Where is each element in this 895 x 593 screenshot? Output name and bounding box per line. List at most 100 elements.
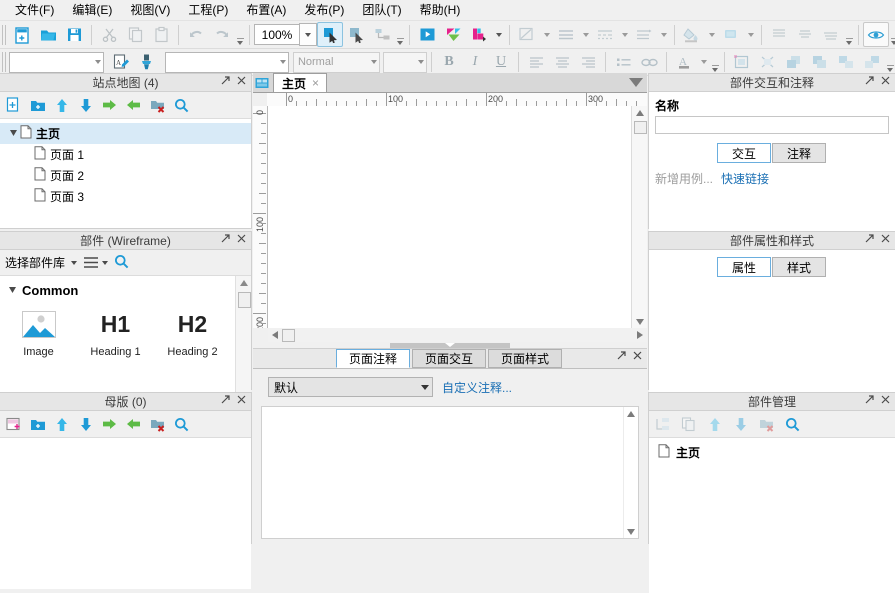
scroll-left-arrow-icon[interactable]: [268, 331, 282, 339]
line-width-button[interactable]: [553, 22, 579, 47]
scroll-thumb[interactable]: [238, 292, 251, 308]
italic-button[interactable]: I: [462, 50, 488, 75]
font-family-select[interactable]: [9, 51, 105, 73]
move-up-icon[interactable]: [53, 416, 70, 433]
text-extra-select[interactable]: [383, 51, 427, 73]
widget-library-select[interactable]: 选择部件库: [5, 254, 65, 271]
float-icon[interactable]: [220, 75, 231, 86]
toolbar-overflow-3[interactable]: [844, 23, 854, 47]
text-style-select[interactable]: Normal: [292, 51, 381, 73]
scroll-up-arrow-icon[interactable]: [624, 407, 638, 420]
sitemap-node-page2[interactable]: 页面 2: [0, 165, 251, 186]
widget-name-input[interactable]: [655, 116, 889, 134]
fill-color-button[interactable]: [679, 22, 705, 47]
close-icon[interactable]: [880, 233, 891, 244]
tab-properties[interactable]: 属性: [716, 257, 771, 277]
close-icon[interactable]: [236, 75, 247, 86]
line-dash-dropdown-arrow[interactable]: [618, 24, 631, 46]
align-right-button[interactable]: [575, 50, 601, 75]
add-master-icon[interactable]: [5, 416, 22, 433]
float-icon[interactable]: [864, 233, 875, 244]
close-icon[interactable]: [880, 75, 891, 86]
close-icon[interactable]: ×: [312, 76, 319, 90]
canvas-vertical-scrollbar[interactable]: [631, 106, 647, 328]
add-folder-icon[interactable]: [29, 416, 46, 433]
redo-button[interactable]: [209, 22, 235, 47]
menu-item-publish[interactable]: 发布(P): [295, 1, 353, 19]
format-painter-button[interactable]: [134, 50, 160, 75]
tab-page-styles[interactable]: 页面样式: [488, 349, 563, 368]
arrow-style-dropdown-arrow[interactable]: [657, 24, 670, 46]
tab-notes[interactable]: 注释: [772, 143, 827, 163]
canvas-tab-home[interactable]: 主页 ×: [273, 73, 328, 92]
line-dash-button[interactable]: [592, 22, 618, 47]
close-icon[interactable]: [236, 394, 247, 405]
float-icon[interactable]: [220, 394, 231, 405]
tab-page-notes[interactable]: 页面注释: [335, 349, 410, 368]
indent-right-icon[interactable]: [101, 416, 118, 433]
font-size-select[interactable]: [165, 51, 289, 73]
quick-link[interactable]: 快速链接: [721, 170, 769, 187]
notes-vertical-scrollbar[interactable]: [623, 407, 638, 538]
line-style-button[interactable]: [514, 22, 540, 47]
move-down-icon[interactable]: [77, 97, 94, 114]
arrow-style-button[interactable]: [631, 22, 657, 47]
widget-item-heading2[interactable]: H2 Heading 2: [154, 306, 231, 358]
close-icon[interactable]: [236, 233, 247, 244]
font-color-dropdown-arrow[interactable]: [697, 51, 710, 73]
close-icon[interactable]: [632, 350, 643, 361]
scroll-down-arrow-icon[interactable]: [624, 525, 638, 538]
group-tree-icon[interactable]: [654, 416, 671, 433]
scroll-right-arrow-icon[interactable]: [633, 331, 647, 339]
float-icon[interactable]: [220, 233, 231, 244]
publish-dropdown-arrow[interactable]: [492, 24, 505, 46]
undo-button[interactable]: [183, 22, 209, 47]
close-icon[interactable]: [880, 394, 891, 405]
indent-left-icon[interactable]: [125, 97, 142, 114]
notes-preset-select[interactable]: 默认: [268, 377, 433, 397]
link-button[interactable]: [636, 50, 662, 75]
bring-forward-button[interactable]: [833, 50, 859, 75]
paste-button[interactable]: [148, 22, 174, 47]
zoom-value[interactable]: 100%: [254, 24, 299, 45]
widget-item-image[interactable]: Image: [0, 306, 77, 358]
scroll-up-arrow-icon[interactable]: [236, 276, 251, 290]
menu-item-file[interactable]: 文件(F): [6, 1, 63, 19]
page-notes-textarea[interactable]: [261, 406, 639, 539]
delete-page-icon[interactable]: [149, 97, 166, 114]
tab-interactions[interactable]: 交互: [716, 143, 771, 163]
format-overflow-2[interactable]: [885, 50, 895, 74]
canvas-horizontal-scrollbar[interactable]: [268, 328, 647, 342]
canvas-tab-menu[interactable]: [629, 76, 643, 90]
underline-button[interactable]: U: [488, 50, 514, 75]
line-style-dropdown-arrow[interactable]: [540, 24, 553, 46]
menu-item-view[interactable]: 视图(V): [121, 1, 179, 19]
search-icon[interactable]: [173, 416, 190, 433]
connection-tool-button[interactable]: [369, 22, 395, 47]
menu-item-project[interactable]: 工程(P): [179, 1, 237, 19]
save-file-button[interactable]: [61, 22, 87, 47]
cut-button[interactable]: [96, 22, 122, 47]
zoom-control[interactable]: 100%: [254, 23, 317, 46]
new-file-button[interactable]: [9, 22, 35, 47]
widget-item-heading1[interactable]: H1 Heading 1: [77, 306, 154, 358]
duplicate-icon[interactable]: [680, 416, 697, 433]
add-page-icon[interactable]: [5, 97, 22, 114]
search-icon[interactable]: [784, 416, 801, 433]
menu-item-arrange[interactable]: 布置(A): [237, 1, 295, 19]
align-left-button[interactable]: [523, 50, 549, 75]
move-down-icon[interactable]: [732, 416, 749, 433]
send-backward-button[interactable]: [859, 50, 885, 75]
connector-tool-button[interactable]: [343, 22, 369, 47]
chevron-down-icon[interactable]: [71, 260, 78, 265]
align-bottom-button[interactable]: [818, 22, 844, 47]
font-settings-button[interactable]: A: [108, 50, 134, 75]
float-icon[interactable]: [616, 350, 627, 361]
ungroup-button[interactable]: [755, 50, 781, 75]
open-file-button[interactable]: [35, 22, 61, 47]
scroll-down-arrow-icon[interactable]: [632, 315, 647, 328]
indent-right-icon[interactable]: [101, 97, 118, 114]
masters-tree[interactable]: [0, 438, 251, 589]
add-case-link[interactable]: 新增用例...: [655, 170, 713, 187]
toolbar-overflow-1[interactable]: [235, 23, 245, 47]
